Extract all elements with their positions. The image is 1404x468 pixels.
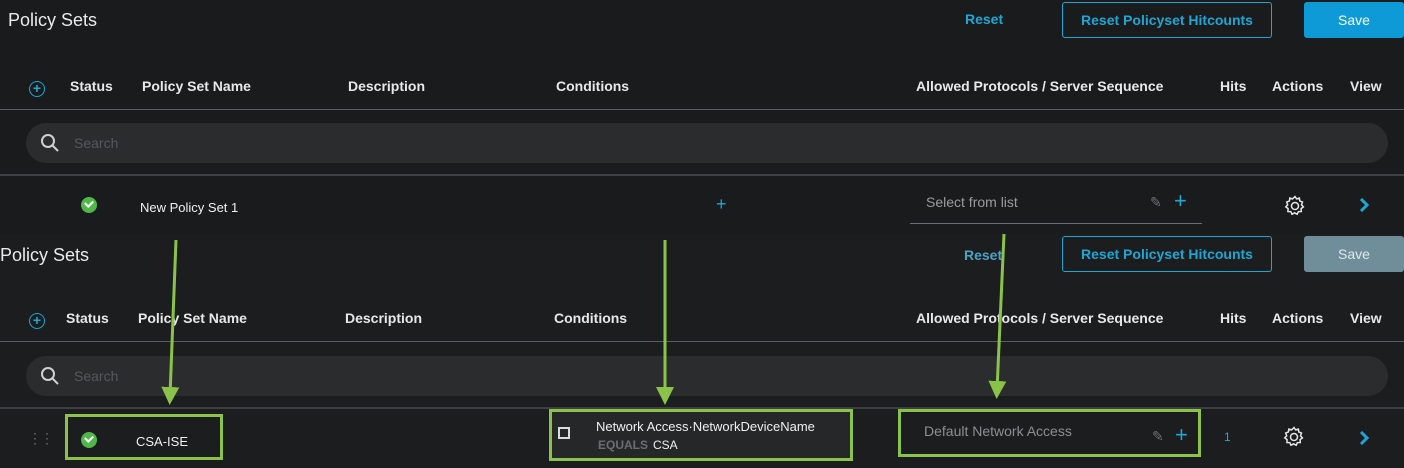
condition-expression: EQUALS CSA <box>598 438 678 452</box>
policy-set-name[interactable]: CSA-ISE <box>136 434 188 449</box>
column-hits[interactable]: Hits <box>1220 78 1246 94</box>
hits-count[interactable]: 1 <box>1224 430 1231 444</box>
add-protocol-icon[interactable]: + <box>1174 188 1187 214</box>
reset-button[interactable]: Reset <box>964 247 1002 263</box>
status-enabled-icon[interactable] <box>81 197 97 213</box>
column-status[interactable]: Status <box>66 310 109 326</box>
gear-icon[interactable] <box>1283 194 1307 218</box>
protocol-value: Default Network Access <box>924 423 1072 439</box>
allowed-protocols-select[interactable]: Select from list ✎ + <box>910 184 1202 224</box>
table-header: + Status Policy Set Name Description Con… <box>0 296 1404 342</box>
status-enabled-icon[interactable] <box>81 432 97 448</box>
chevron-right-icon[interactable] <box>1358 431 1370 445</box>
column-view: View <box>1350 78 1382 94</box>
column-description[interactable]: Description <box>348 78 425 94</box>
search-placeholder: Search <box>74 135 119 151</box>
reset-hitcounts-button[interactable]: Reset Policyset Hitcounts <box>1062 236 1272 272</box>
column-status[interactable]: Status <box>70 78 113 94</box>
column-policy-set-name[interactable]: Policy Set Name <box>142 78 251 94</box>
reset-hitcounts-button[interactable]: Reset Policyset Hitcounts <box>1062 2 1272 38</box>
add-policy-set-icon[interactable]: + <box>29 313 45 329</box>
search-icon <box>41 367 59 385</box>
table-row: New Policy Set 1 + Select from list ✎ + <box>0 176 1404 234</box>
column-actions: Actions <box>1272 310 1324 326</box>
condition-value: CSA <box>653 438 678 452</box>
column-description[interactable]: Description <box>345 310 422 326</box>
column-view: View <box>1350 310 1382 326</box>
reset-button[interactable]: Reset <box>965 11 1003 27</box>
column-actions: Actions <box>1272 78 1324 94</box>
policy-sets-panel-after: Policy Sets Reset Reset Policyset Hitcou… <box>0 234 1404 468</box>
add-policy-set-icon[interactable]: + <box>29 81 45 97</box>
table-header: + Status Policy Set Name Description Con… <box>0 64 1404 110</box>
column-conditions[interactable]: Conditions <box>554 310 627 326</box>
column-allowed-protocols[interactable]: Allowed Protocols / Server Sequence <box>916 78 1163 94</box>
gear-icon[interactable] <box>1282 425 1306 449</box>
column-allowed-protocols[interactable]: Allowed Protocols / Server Sequence <box>916 310 1163 326</box>
page-title: Policy Sets <box>8 10 98 30</box>
save-button[interactable]: Save <box>1304 2 1404 38</box>
condition-operator: EQUALS <box>598 438 649 452</box>
add-condition-icon[interactable]: + <box>716 194 727 215</box>
save-button[interactable]: Save <box>1304 236 1404 272</box>
table-row: ⋮⋮ CSA-ISE Network Access·NetworkDeviceN… <box>0 409 1404 467</box>
policy-set-name[interactable]: New Policy Set 1 <box>140 200 238 215</box>
page-title: Policy Sets <box>0 245 90 265</box>
add-protocol-icon[interactable]: + <box>1175 422 1188 448</box>
search-placeholder: Search <box>74 368 119 384</box>
chevron-right-icon[interactable] <box>1358 198 1370 212</box>
column-conditions[interactable]: Conditions <box>556 78 629 94</box>
column-hits[interactable]: Hits <box>1220 310 1246 326</box>
network-device-icon <box>558 427 570 439</box>
protocol-placeholder: Select from list <box>926 194 1018 210</box>
condition-attribute: Network Access·NetworkDeviceName <box>596 419 815 434</box>
condition-box[interactable] <box>549 409 853 461</box>
edit-pencil-icon[interactable]: ✎ <box>1150 194 1162 211</box>
column-policy-set-name[interactable]: Policy Set Name <box>138 310 247 326</box>
drag-handle-icon[interactable]: ⋮⋮ <box>28 430 54 447</box>
policy-sets-panel-before: Policy Sets Reset Reset Policyset Hitcou… <box>0 0 1404 234</box>
search-input[interactable]: Search <box>26 123 1388 163</box>
search-icon <box>41 134 59 152</box>
edit-pencil-icon[interactable]: ✎ <box>1152 428 1164 445</box>
search-input[interactable]: Search <box>26 356 1388 396</box>
